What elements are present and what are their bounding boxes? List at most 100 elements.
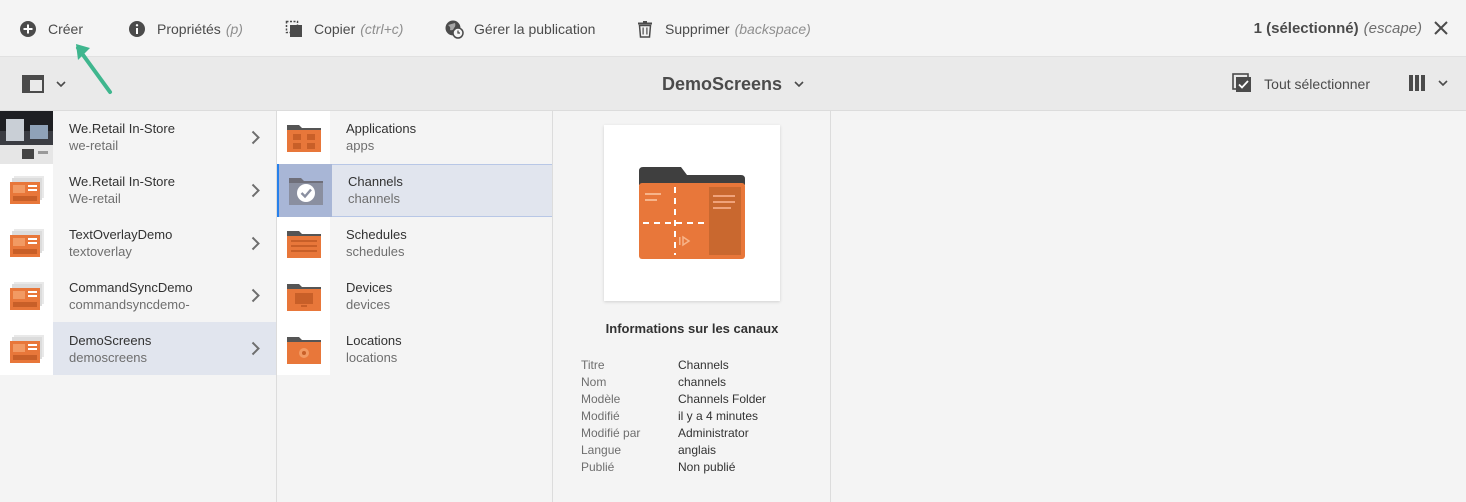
item-title: CommandSyncDemo <box>69 279 193 295</box>
meta-value: anglais <box>678 442 717 457</box>
chevron-right-icon <box>251 289 260 303</box>
screens-project-icon <box>0 163 53 217</box>
locations-folder-icon <box>277 322 330 375</box>
apps-folder-icon <box>277 111 330 164</box>
item-name: devices <box>346 296 391 312</box>
meta-key: Modifié <box>581 408 620 423</box>
chevron-right-icon <box>251 183 260 198</box>
view-switcher[interactable] <box>1408 74 1448 92</box>
metadata-list: Titre Channels Nom channels Modèle Channels… <box>581 356 766 475</box>
channels-folder-selected-icon <box>279 163 332 217</box>
info-icon <box>127 19 147 39</box>
chevron-right-icon <box>251 236 260 250</box>
list-item-active[interactable]: DemoScreens demoscreens <box>0 322 276 375</box>
meta-key: Publié <box>581 459 615 474</box>
item-title: Schedules <box>346 226 407 242</box>
meta-key: Langue <box>581 442 622 457</box>
item-title: We.Retail In-Store <box>69 121 175 137</box>
delete-label: Supprimer <box>665 20 730 37</box>
select-all-label: Tout sélectionner <box>1264 76 1370 92</box>
title-bar: DemoScreens Tout sélectionner <box>0 57 1466 111</box>
schedules-folder-icon <box>277 216 330 270</box>
copy-shortcut: (ctrl+c) <box>360 20 404 37</box>
globe-clock-icon <box>444 19 464 39</box>
preview-thumbnail <box>604 125 780 301</box>
action-bar: Créer Propriétés (p) Copier (ctrl+c) Gér… <box>0 0 1466 57</box>
list-item[interactable]: Devices devices <box>277 269 552 323</box>
view-chevron-down-icon <box>1438 80 1448 86</box>
item-title: TextOverlayDemo <box>69 226 173 242</box>
store-photo-thumbnail <box>0 110 53 164</box>
chevron-down-icon <box>56 81 66 87</box>
properties-shortcut: (p) <box>225 20 243 37</box>
list-item[interactable]: We.Retail In-Store We-retail <box>0 163 276 217</box>
item-title: We.Retail In-Store <box>69 174 175 190</box>
chevron-right-icon <box>251 130 260 145</box>
meta-value: Channels <box>678 357 729 372</box>
list-item[interactable]: Applications apps <box>277 111 552 164</box>
metadata-row: Modifié il y a 4 minutes <box>581 407 766 424</box>
screens-project-icon <box>0 322 53 375</box>
meta-key: Titre <box>581 357 605 372</box>
item-name: textoverlay <box>69 243 132 259</box>
column-view: We.Retail In-Store we-retail We.Retail I… <box>0 110 1466 502</box>
create-label: Créer <box>48 20 84 37</box>
item-name: schedules <box>346 243 405 259</box>
screens-project-icon <box>0 216 53 270</box>
channels-folder-large-icon <box>639 167 745 259</box>
item-name: demoscreens <box>69 349 148 365</box>
meta-key: Modifié par <box>581 425 641 440</box>
rail-toggle-button[interactable] <box>22 75 66 93</box>
copy-label: Copier <box>314 20 356 37</box>
copy-icon <box>284 19 304 39</box>
properties-button[interactable]: Propriétés (p) <box>127 0 243 57</box>
item-name: locations <box>346 349 398 365</box>
item-title: Applications <box>346 121 417 137</box>
meta-value: Administrator <box>678 425 749 440</box>
close-icon[interactable] <box>1432 19 1450 37</box>
list-item[interactable]: Schedules schedules <box>277 216 552 270</box>
item-title: Devices <box>346 279 393 295</box>
item-title: Locations <box>346 332 402 348</box>
add-circle-icon <box>18 19 38 39</box>
item-name: we-retail <box>69 138 119 154</box>
metadata-row: Langue anglais <box>581 441 766 458</box>
list-item[interactable]: CommandSyncDemo commandsyncdemo- <box>0 269 276 323</box>
list-item[interactable]: We.Retail In-Store we-retail <box>0 110 276 164</box>
title-chevron-down-icon[interactable] <box>794 81 804 87</box>
list-item-selected[interactable]: Channels channels <box>277 163 552 217</box>
select-all-button[interactable]: Tout sélectionner <box>1232 57 1370 111</box>
meta-key: Modèle <box>581 391 621 406</box>
manage-publication-label: Gérer la publication <box>474 20 596 37</box>
meta-value: channels <box>678 374 727 389</box>
list-item[interactable]: TextOverlayDemo textoverlay <box>0 216 276 270</box>
meta-value: il y a 4 minutes <box>678 408 759 423</box>
column-1: We.Retail In-Store we-retail We.Retail I… <box>0 110 277 502</box>
item-name: channels <box>348 191 401 207</box>
item-name: We-retail <box>69 191 121 207</box>
item-name: apps <box>346 138 375 154</box>
trash-icon <box>635 19 655 39</box>
selection-escape-hint: (escape) <box>1363 20 1422 37</box>
meta-value: Non publié <box>678 459 736 474</box>
screens-project-icon <box>0 269 53 323</box>
devices-folder-icon <box>277 269 330 323</box>
metadata-row: Publié Non publié <box>581 458 766 475</box>
rail-icon <box>22 75 44 93</box>
metadata-row: Modifié par Administrator <box>581 424 766 441</box>
meta-value: Channels Folder <box>678 391 767 406</box>
info-heading: Informations sur les canaux <box>605 321 779 336</box>
selection-count-label: 1 (sélectionné) <box>1253 20 1359 37</box>
manage-publication-button[interactable]: Gérer la publication <box>444 0 595 57</box>
metadata-row: Titre Channels <box>581 356 766 373</box>
selection-count: 1 (sélectionné) (escape) <box>1254 0 1422 57</box>
preview-panel: Informations sur les canaux Titre Channel… <box>553 111 831 502</box>
properties-label: Propriétés <box>157 20 221 37</box>
column-2: Applications apps Channels channels Sche… <box>277 111 553 502</box>
item-title: Channels <box>348 174 403 190</box>
page-title-text: DemoScreens <box>661 73 783 94</box>
list-item[interactable]: Locations locations <box>277 322 552 375</box>
delete-button[interactable]: Supprimer (backspace) <box>635 0 811 57</box>
copy-button[interactable]: Copier (ctrl+c) <box>284 0 403 57</box>
metadata-row: Nom channels <box>581 373 766 390</box>
